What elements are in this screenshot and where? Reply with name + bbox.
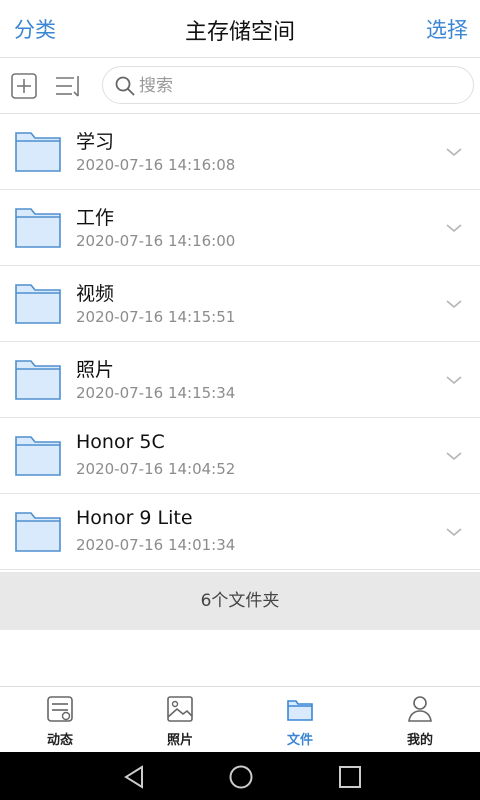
chevron-down-icon[interactable] [446, 524, 462, 540]
folder-modified-time: 2020-07-16 14:04:52 [76, 460, 236, 478]
folder-row[interactable]: 视频 2020-07-16 14:15:51 [0, 266, 480, 342]
plus-box-icon[interactable] [10, 72, 38, 100]
tab-mine-label: 我的 [406, 733, 433, 748]
folder-icon [15, 512, 61, 552]
tab-files[interactable]: 文件 [240, 687, 360, 752]
tab-mine[interactable]: 我的 [360, 687, 480, 752]
toolbar [0, 58, 480, 114]
chevron-down-icon[interactable] [446, 448, 462, 464]
recents-icon[interactable] [337, 764, 363, 790]
bottom-tab-bar: 动态 照片 文件 我的 [0, 686, 480, 752]
folder-name: Honor 5C [76, 431, 165, 453]
page-title: 主存储空间 [184, 20, 295, 45]
folder-name: 学习 [76, 131, 115, 153]
folder-row[interactable]: 照片 2020-07-16 14:15:34 [0, 342, 480, 418]
folder-icon [15, 208, 61, 248]
folder-modified-time: 2020-07-16 14:01:34 [76, 536, 236, 554]
folder-row[interactable]: Honor 5C 2020-07-16 14:04:52 [0, 418, 480, 494]
folder-count: 6个文件夹 [0, 572, 480, 630]
chevron-down-icon[interactable] [446, 296, 462, 312]
tab-photos[interactable]: 照片 [120, 687, 240, 752]
tab-feed-label: 动态 [46, 733, 73, 748]
folder-icon [15, 436, 61, 476]
chevron-down-icon[interactable] [446, 372, 462, 388]
feed-icon [47, 696, 73, 722]
folder-name: 照片 [76, 359, 115, 381]
search-icon [115, 76, 135, 96]
folder-row[interactable]: Honor 9 Lite 2020-07-16 14:01:34 [0, 494, 480, 570]
folder-icon [15, 284, 61, 324]
chevron-down-icon[interactable] [446, 144, 462, 160]
tab-feed[interactable]: 动态 [0, 687, 120, 752]
search-box[interactable] [102, 66, 474, 104]
folder-modified-time: 2020-07-16 14:16:08 [76, 156, 236, 174]
search-input[interactable] [139, 71, 459, 101]
select-button[interactable]: 选择 [426, 14, 468, 44]
photo-icon [167, 696, 193, 722]
folder-icon [15, 360, 61, 400]
folder-name: 工作 [76, 207, 115, 229]
folder-name: 视频 [76, 283, 115, 305]
folder-name: Honor 9 Lite [76, 507, 193, 529]
person-icon [408, 696, 432, 722]
tab-photos-label: 照片 [166, 733, 193, 748]
system-nav-bar [0, 752, 480, 800]
back-icon[interactable] [121, 764, 147, 790]
chevron-down-icon[interactable] [446, 220, 462, 236]
folder-icon [287, 700, 313, 721]
folder-modified-time: 2020-07-16 14:16:00 [76, 232, 236, 250]
sort-list-icon[interactable] [54, 72, 82, 100]
app-header: 分类 主存储空间 选择 [0, 0, 480, 58]
tab-files-label: 文件 [286, 733, 313, 748]
home-icon[interactable] [228, 764, 254, 790]
folder-row[interactable]: 学习 2020-07-16 14:16:08 [0, 114, 480, 190]
folder-icon [15, 132, 61, 172]
folder-modified-time: 2020-07-16 14:15:51 [76, 308, 236, 326]
folder-list: 学习 2020-07-16 14:16:08 工作 2020-07-16 14:16:… [0, 114, 480, 570]
folder-row[interactable]: 工作 2020-07-16 14:16:00 [0, 190, 480, 266]
folder-modified-time: 2020-07-16 14:15:34 [76, 384, 236, 402]
